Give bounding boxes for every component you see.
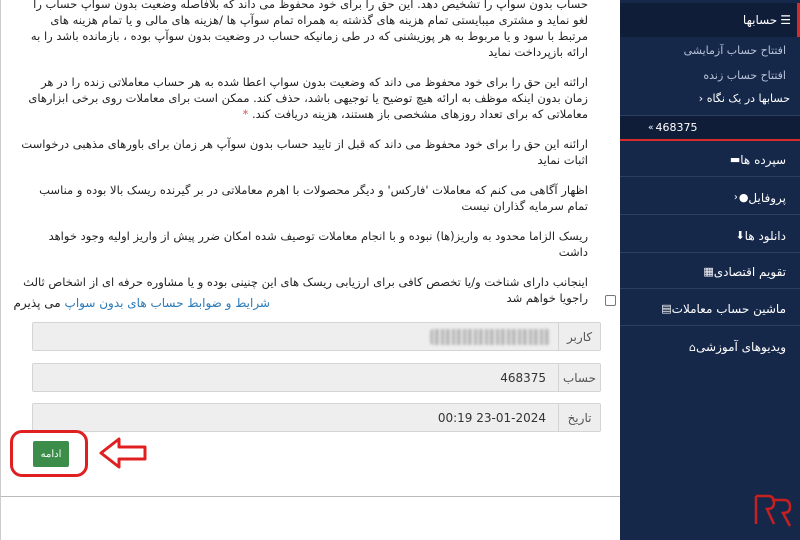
sidebar-item-profile[interactable]: پروفایل ● ‹ — [620, 181, 800, 215]
terms-paragraph: حساب بدون سواپ را تشخیص دهد. این حق را ب… — [30, 0, 588, 59]
chevron-icon: ‹ — [733, 192, 738, 203]
terms-paragraph: ریسک الزاما محدود به واریز(ها) نبوده و ب… — [48, 229, 588, 259]
accounts-label: حسابها — [742, 13, 778, 27]
terms-text: حساب بدون سواپ را تشخیص دهد. این حق را ب… — [18, 0, 588, 320]
submenu-accounts-overview[interactable]: › حسابها در یک نگاه — [620, 92, 800, 105]
terms-link[interactable]: شرایط و ضوابط حساب های بدون سواپ — [65, 296, 270, 310]
divider — [1, 496, 621, 497]
user-field: کاربر — [32, 322, 601, 351]
account-value: 468375 — [33, 364, 558, 391]
sidebar-item-videos[interactable]: ویدیوهای آموزشی ⌂ — [620, 330, 800, 364]
sidebar-item-calculator[interactable]: ماشین حساب معاملات ▤ — [620, 292, 800, 326]
account-label: حساب — [558, 364, 600, 391]
terms-paragraph: اظهار آگاهی می کنم که معاملات 'فارکس' و … — [39, 183, 588, 213]
account-field: حساب 468375 — [32, 363, 601, 392]
calendar-icon: ▦ — [703, 265, 714, 278]
sidebar-item-deposits[interactable]: سپرده ها ▬ — [620, 143, 800, 177]
brand-logo-icon — [754, 494, 792, 527]
chevron-icon: › — [698, 92, 704, 105]
agreement-suffix: می پذیرم — [13, 296, 65, 310]
institution-icon: ⌂ — [689, 340, 697, 354]
account-row[interactable]: « 468375 — [620, 115, 800, 141]
continue-button[interactable]: ادامه — [33, 441, 69, 467]
calculator-icon: ▤ — [661, 302, 672, 315]
sidebar-item-downloads[interactable]: دانلود ها ⬇ — [620, 219, 800, 253]
required-marker: * — [242, 107, 249, 121]
user-label: کاربر — [558, 323, 600, 350]
chevron-left-icon: « — [648, 122, 654, 133]
date-field: تاریخ 00:19 23-01-2024 — [32, 403, 601, 432]
agreement-text: شرایط و ضوابط حساب های بدون سواپ می پذیر… — [13, 296, 270, 310]
sidebar-item-calendar[interactable]: تقویم اقتصادی ▦ — [620, 255, 800, 289]
menu-bars-icon: ☰ — [780, 13, 791, 27]
pointer-arrow-icon — [99, 437, 147, 469]
submenu-live-account[interactable]: افتتاح حساب زنده — [703, 69, 786, 82]
terms-paragraph: ارائنه این حق را برای خود محفوظ می داند … — [21, 137, 588, 167]
date-value: 00:19 23-01-2024 — [33, 404, 558, 431]
main-content: حساب بدون سواپ را تشخیص دهد. این حق را ب… — [0, 0, 621, 540]
redacted-username — [430, 328, 550, 345]
sidebar: حسابها ☰ افتتاح حساب آزمایشی افتتاح حساب… — [620, 0, 800, 540]
download-icon: ⬇ — [735, 229, 745, 242]
user-value — [33, 323, 558, 350]
sidebar-item-accounts[interactable]: حسابها ☰ — [620, 3, 800, 37]
date-label: تاریخ — [558, 404, 600, 431]
terms-paragraph: ارائنه این حق را برای خود محفوظ می داند … — [28, 75, 588, 121]
user-icon: ● — [738, 191, 749, 204]
agreement-checkbox[interactable] — [605, 295, 616, 306]
wallet-icon: ▬ — [729, 153, 741, 166]
submenu-demo-account[interactable]: افتتاح حساب آزمایشی — [684, 44, 786, 57]
